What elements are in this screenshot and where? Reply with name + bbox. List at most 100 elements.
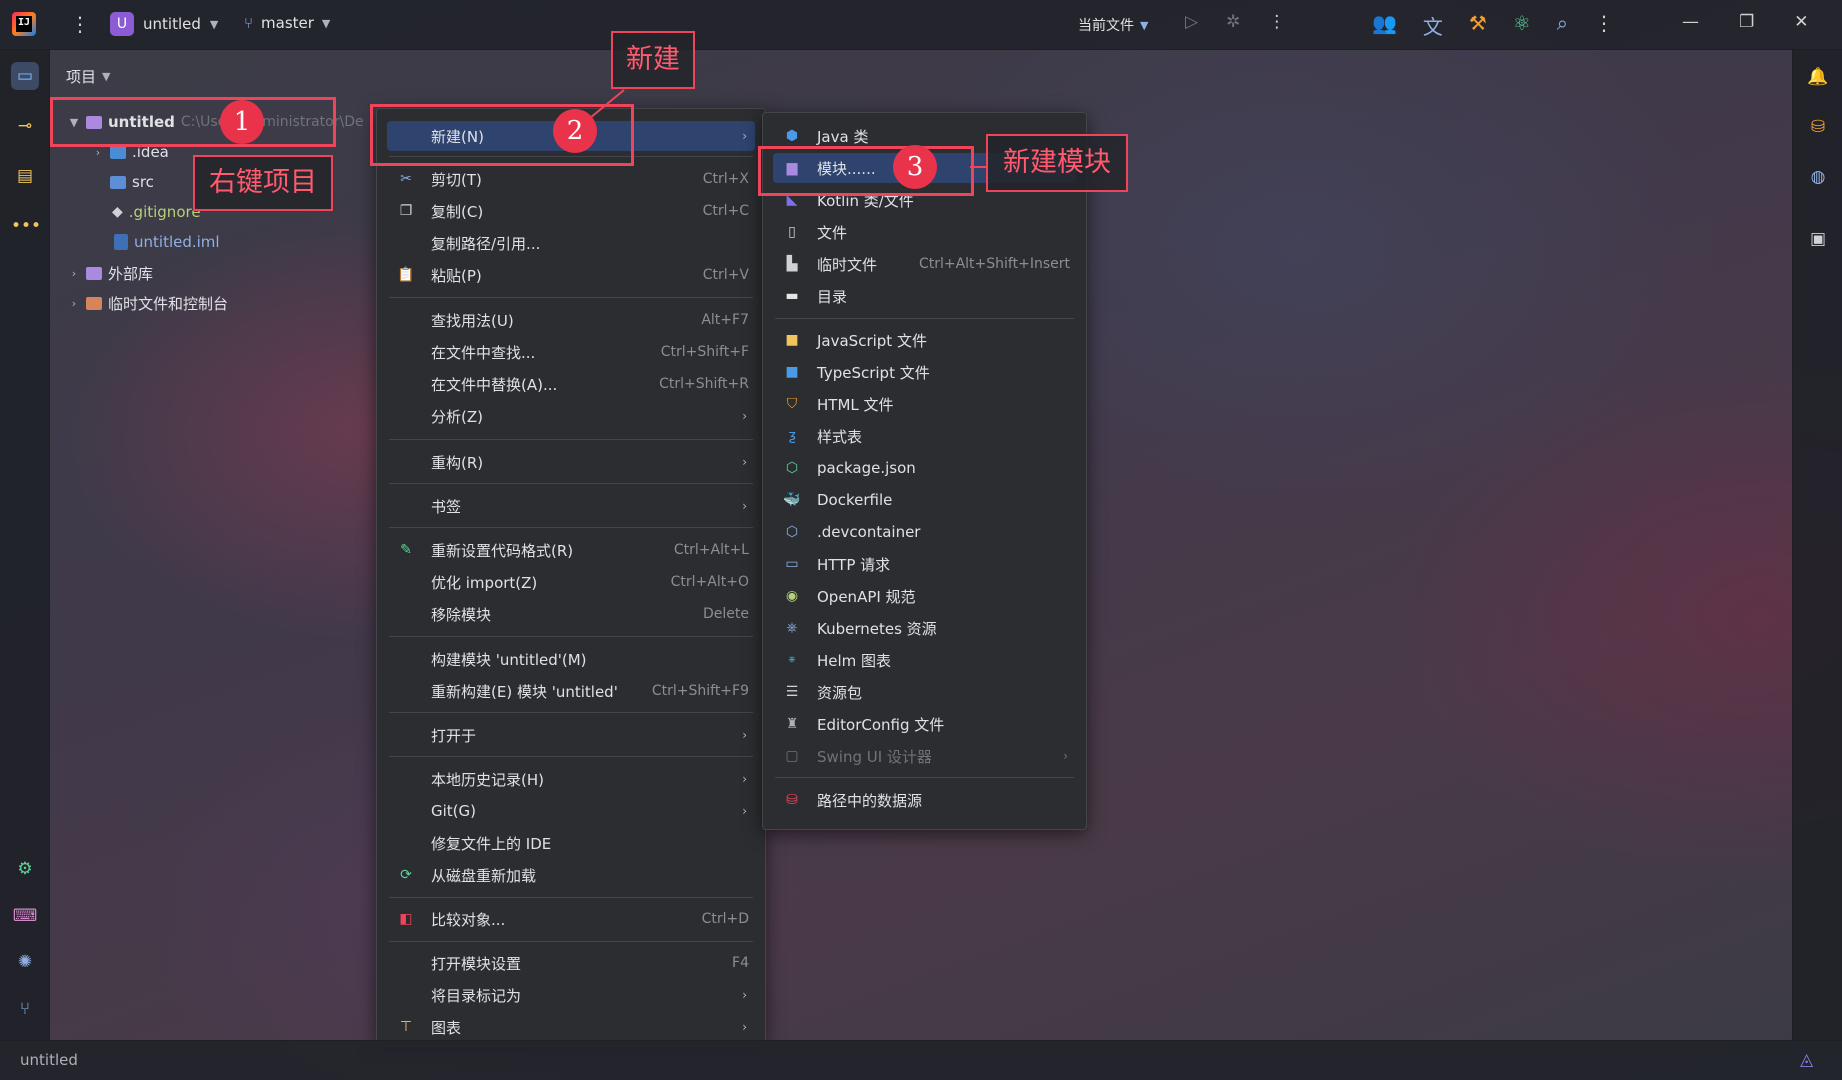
- close-icon[interactable]: ✕: [1794, 12, 1808, 32]
- source-folder-icon: [110, 175, 126, 189]
- more-tools-icon[interactable]: •••: [11, 212, 41, 240]
- notifications-icon[interactable]: 🔔: [1805, 64, 1831, 90]
- menu-item-build-module[interactable]: 构建模块 'untitled'(M): [387, 644, 755, 674]
- chevron-right-icon: ›: [742, 728, 747, 742]
- tree-item-external-libraries[interactable]: › 外部库: [68, 263, 153, 284]
- menu-item-bookmarks[interactable]: 书签 ›: [387, 491, 755, 521]
- menu-item-module-settings[interactable]: 打开模块设置 F4: [387, 948, 755, 978]
- submenu-item-package-json[interactable]: ⬡ package.json: [773, 453, 1076, 483]
- api-icon: ▭: [785, 556, 799, 572]
- clipboard-icon: 📋: [397, 267, 415, 283]
- commit-icon[interactable]: ⊸: [11, 112, 39, 140]
- menu-item-repair-ide[interactable]: 修复文件上的 IDE: [387, 828, 755, 858]
- chevron-right-icon: ›: [742, 804, 747, 818]
- file-icon: ▯: [788, 224, 796, 240]
- menu-item-cut[interactable]: ✂ 剪切(T) Ctrl+X: [387, 164, 755, 194]
- menu-item-analyze[interactable]: 分析(Z) ›: [387, 401, 755, 431]
- run-icon[interactable]: ▷: [1185, 12, 1198, 32]
- ai-assistant-icon[interactable]: ⚛: [1513, 11, 1531, 40]
- menu-item-git[interactable]: Git(G) ›: [387, 796, 755, 826]
- menu-item-mark-directory[interactable]: 将目录标记为 ›: [387, 980, 755, 1010]
- menu-item-local-history[interactable]: 本地历史记录(H) ›: [387, 764, 755, 794]
- build-tools-icon[interactable]: ⚒: [1469, 11, 1487, 40]
- more-actions-icon[interactable]: ⋮: [1268, 12, 1285, 32]
- chevron-down-icon: ▼: [1140, 18, 1149, 32]
- java-class-icon: ⬢: [785, 128, 799, 144]
- menu-item-reformat-code[interactable]: ✎ 重新设置代码格式(R) Ctrl+Alt+L: [387, 535, 755, 565]
- terminal-icon[interactable]: ⌨: [11, 902, 39, 930]
- chevron-down-icon: ▼: [209, 17, 219, 31]
- submenu-item-openapi[interactable]: ◉ OpenAPI 规范: [773, 581, 1076, 611]
- menu-item-find-usages[interactable]: 查找用法(U) Alt+F7: [387, 305, 755, 335]
- menu-item-open-in[interactable]: 打开于 ›: [387, 720, 755, 750]
- tree-item-iml[interactable]: untitled.iml: [114, 233, 220, 251]
- translate-icon[interactable]: 文: [1423, 11, 1443, 40]
- submenu-item-swing-ui[interactable]: ▢ Swing UI 设计器 ›: [773, 741, 1076, 771]
- submenu-item-typescript[interactable]: ■ TypeScript 文件: [773, 357, 1076, 387]
- title-bar: IJ ⋮ U untitled ▼ ⑂ master ▼ 当前文件 ▼ ▷ ✲ …: [0, 0, 1842, 50]
- submenu-item-html[interactable]: ⛉ HTML 文件: [773, 389, 1076, 419]
- git-icon[interactable]: ⑂: [11, 995, 39, 1023]
- project-panel-header[interactable]: 项目 ▼: [66, 66, 110, 87]
- git-branch-icon: ⑂: [244, 14, 254, 32]
- tree-item-gitignore[interactable]: ◆ .gitignore: [112, 203, 201, 221]
- search-icon[interactable]: ⌕: [1557, 11, 1568, 40]
- folder-icon: ▬: [785, 288, 799, 304]
- chevron-right-icon: ›: [742, 988, 747, 1002]
- menu-item-find-in-files[interactable]: 在文件中查找... Ctrl+Shift+F: [387, 337, 755, 367]
- submenu-item-kubernetes[interactable]: ⎈ Kubernetes 资源: [773, 613, 1076, 643]
- menu-item-optimize-imports[interactable]: 优化 import(Z) Ctrl+Alt+O: [387, 567, 755, 597]
- submenu-item-helm[interactable]: ⎈ Helm 图表: [773, 645, 1076, 675]
- menu-item-copy[interactable]: ❐ 复制(C) Ctrl+C: [387, 196, 755, 226]
- structure-icon[interactable]: ▤: [11, 162, 39, 190]
- minimize-icon[interactable]: —: [1682, 12, 1699, 32]
- submenu-item-devcontainer[interactable]: ⬡ .devcontainer: [773, 517, 1076, 547]
- submenu-item-editorconfig[interactable]: ♜ EditorConfig 文件: [773, 709, 1076, 739]
- submenu-item-scratch-file[interactable]: ▙ 临时文件 Ctrl+Alt+Shift+Insert: [773, 249, 1076, 279]
- submenu-item-dockerfile[interactable]: 🐳 Dockerfile: [773, 485, 1076, 515]
- collaboration-icon[interactable]: 👥: [1372, 11, 1397, 40]
- menu-item-replace-in-files[interactable]: 在文件中替换(A)... Ctrl+Shift+R: [387, 369, 755, 399]
- chevron-right-icon: ›: [742, 499, 747, 513]
- endpoints-globe-icon[interactable]: ◍: [1805, 164, 1831, 190]
- run-config-selector[interactable]: 当前文件 ▼: [1078, 15, 1148, 35]
- main-menu-icon[interactable]: ⋮: [70, 12, 90, 36]
- problems-icon[interactable]: ✺: [11, 948, 39, 976]
- submenu-item-resource-bundle[interactable]: ☰ 资源包: [773, 677, 1076, 707]
- menu-item-paste[interactable]: 📋 粘贴(P) Ctrl+V: [387, 260, 755, 290]
- submenu-item-http-request[interactable]: ▭ HTTP 请求: [773, 549, 1076, 579]
- tree-item-src[interactable]: src: [110, 173, 154, 191]
- resource-bundle-icon: ☰: [785, 684, 799, 700]
- menu-item-refactor[interactable]: 重构(R) ›: [387, 447, 755, 477]
- ai-status-icon[interactable]: ◬: [1800, 1050, 1813, 1070]
- submenu-item-javascript[interactable]: ■ JavaScript 文件: [773, 325, 1076, 355]
- menu-item-rebuild-module[interactable]: 重新构建(E) 模块 'untitled' Ctrl+Shift+F9: [387, 676, 755, 706]
- restore-icon[interactable]: ❐: [1739, 12, 1754, 32]
- submenu-item-data-source-in-path[interactable]: ⛁ 路径中的数据源: [773, 785, 1076, 815]
- new-submenu: ⬢ Java 类 ▆ 模块...... ◣ Kotlin 类/文件 ▯ 文件 ▙…: [762, 112, 1087, 830]
- menu-item-copy-path[interactable]: 复制路径/引用...: [387, 228, 755, 258]
- project-selector[interactable]: U untitled ▼: [110, 12, 218, 36]
- library-icon: [86, 267, 102, 280]
- submenu-item-directory[interactable]: ▬ 目录: [773, 281, 1076, 311]
- services-gear-icon[interactable]: ⚙: [11, 855, 39, 883]
- intellij-logo-icon[interactable]: IJ: [12, 12, 36, 36]
- menu-item-compare-with[interactable]: ◧ 比较对象... Ctrl+D: [387, 904, 755, 934]
- ai-chat-icon[interactable]: ▣: [1805, 226, 1831, 252]
- menu-item-diagrams[interactable]: ⊤ 图表 ›: [387, 1012, 755, 1042]
- submenu-item-stylesheet[interactable]: ƺ 样式表: [773, 421, 1076, 451]
- submenu-item-file[interactable]: ▯ 文件: [773, 217, 1076, 247]
- html-icon: ⛉: [786, 396, 798, 412]
- menu-item-remove-module[interactable]: 移除模块 Delete: [387, 599, 755, 629]
- status-project-name[interactable]: untitled: [20, 1051, 78, 1069]
- project-name: untitled: [143, 15, 201, 33]
- project-context-menu: 新建(N) › ✂ 剪切(T) Ctrl+X ❐ 复制(C) Ctrl+C 复制…: [376, 108, 766, 1046]
- database-icon[interactable]: ⛁: [1805, 114, 1831, 140]
- kubernetes-icon: ⎈: [786, 620, 798, 636]
- debug-icon[interactable]: ✲: [1226, 12, 1240, 32]
- project-view-icon[interactable]: ▭: [11, 62, 39, 90]
- tree-item-scratches[interactable]: › 临时文件和控制台: [68, 293, 228, 314]
- menu-item-reload-from-disk[interactable]: ⟳ 从磁盘重新加载: [387, 860, 755, 890]
- branch-selector[interactable]: ⑂ master ▼: [244, 14, 330, 32]
- settings-more-icon[interactable]: ⋮: [1594, 11, 1614, 40]
